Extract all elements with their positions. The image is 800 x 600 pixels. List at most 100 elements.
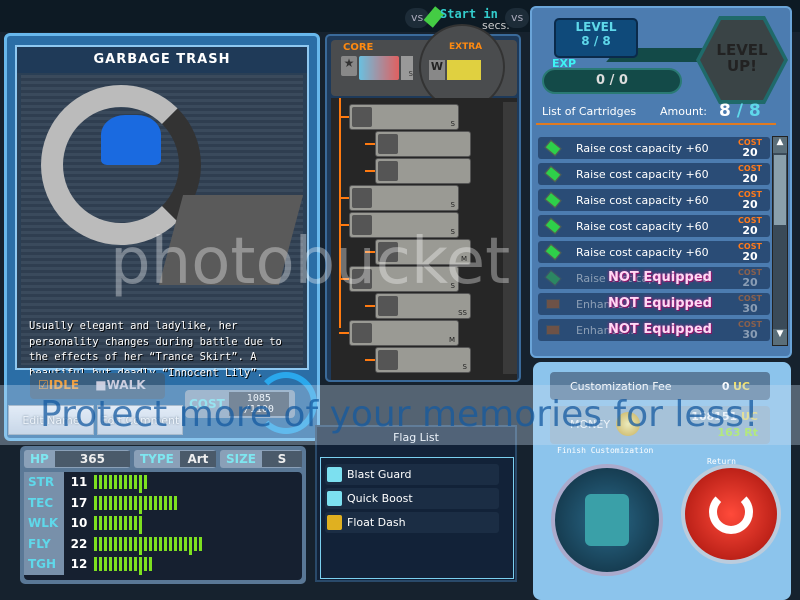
part-slot-icon	[352, 215, 372, 235]
flag-item[interactable]: Blast Guard	[325, 464, 499, 485]
part-size: S	[450, 201, 455, 209]
stat-tick	[139, 536, 142, 555]
cartridge-scrollbar[interactable]: ▲ ▼	[772, 136, 788, 346]
walk-checkbox[interactable]: ■WALK	[95, 378, 145, 392]
return-arrow-icon	[709, 490, 753, 534]
stat-value: 10	[70, 516, 88, 531]
part-node[interactable]: S	[349, 266, 459, 292]
stat-tick	[94, 536, 97, 551]
cartridge-cost: COST 20	[730, 268, 770, 288]
cost-max: /1100	[243, 404, 274, 415]
cost-box: COST 1085/1100	[185, 390, 295, 418]
type-label: TYPE	[140, 452, 174, 466]
stats-panel: HP 365 TYPE Art SIZE S STR 11 TEC 17 WLK 10 FLY 22…	[20, 446, 306, 584]
stat-tick	[99, 557, 102, 572]
cartridge-panel: LEVEL 8 / 8 0 / 0 EXP LEVEL UP! List of …	[530, 6, 792, 358]
animation-toggle: ☑IDLE ■WALK	[30, 373, 165, 399]
flag-list: Blast Guard Quick Boost Float Dash	[320, 457, 514, 579]
cartridge-icon	[544, 217, 562, 235]
flag-icon	[327, 467, 342, 482]
flag-item[interactable]: Float Dash	[325, 512, 499, 533]
part-node[interactable]: M	[375, 239, 471, 265]
extra-part-slot[interactable]	[447, 60, 481, 80]
scroll-down-button[interactable]: ▼	[773, 329, 787, 345]
part-node[interactable]	[375, 131, 471, 157]
stat-tick	[129, 557, 132, 572]
stat-tick	[169, 536, 172, 551]
cartridge-cost: COST 20	[730, 216, 770, 236]
stat-tick	[144, 557, 147, 572]
stat-tick	[114, 475, 117, 490]
stat-tick	[174, 495, 177, 510]
cartridge-cost: COST 30	[730, 294, 770, 314]
cartridge-item[interactable]: Enhance ... COST 30 NOT Equipped	[538, 293, 770, 315]
cost-value: 20	[742, 172, 758, 185]
cartridge-cost: COST 20	[730, 190, 770, 210]
flag-name: Quick Boost	[347, 492, 413, 505]
stat-tick	[199, 536, 202, 551]
parts-tree: S S S M S SS M S	[331, 98, 517, 380]
flag-list-panel: Flag List Blast Guard Quick Boost Float Da…	[315, 425, 517, 582]
cartridge-item[interactable]: Raise cost capacity +60 COST 20	[538, 215, 770, 237]
part-node[interactable]: S	[349, 185, 459, 211]
scroll-thumb[interactable]	[774, 155, 786, 225]
unit-name: GARBAGE TRASH	[17, 47, 307, 73]
cartridges-title: List of Cartridges	[542, 105, 637, 118]
stat-tick	[124, 516, 127, 531]
stat-tick	[149, 495, 152, 510]
stat-bar	[94, 536, 202, 555]
edit-name-button[interactable]: Edit Name	[8, 405, 94, 435]
cartridge-name: Raise cost capacity +60	[576, 219, 709, 233]
cartridge-icon	[544, 165, 562, 183]
cartridge-item[interactable]: Enhance ... COST 30 NOT Equipped	[538, 319, 770, 341]
stat-tick	[189, 536, 192, 555]
cartridge-item[interactable]: Raise cost capacity +60 COST 20	[538, 163, 770, 185]
money-currency: UC	[740, 410, 758, 423]
stat-tick	[114, 495, 117, 510]
tree-connector	[365, 251, 375, 253]
part-node[interactable]: SS	[375, 293, 471, 319]
flag-list-title: Flag List	[393, 431, 439, 444]
money-box: MONEY 168151 UC 163 Rt	[550, 406, 770, 444]
cartridge-item[interactable]: Raise cost capacity +60 COST 20 NOT Equippe…	[538, 267, 770, 289]
scroll-up-button[interactable]: ▲	[773, 137, 787, 153]
unit-model-preview[interactable]: Usually elegant and ladylike, her person…	[21, 75, 304, 379]
coin-icon	[616, 412, 640, 436]
idle-checkbox[interactable]: ☑IDLE	[38, 378, 79, 392]
parts-scrollbar[interactable]	[503, 102, 517, 374]
flag-item[interactable]: Quick Boost	[325, 488, 499, 509]
gun-icon	[546, 299, 560, 309]
unit-description: Usually elegant and ladylike, her person…	[29, 320, 282, 379]
exp-label: EXP	[552, 57, 577, 70]
stat-tick	[99, 475, 102, 490]
money-label: MONEY	[570, 418, 611, 431]
stat-tick	[109, 475, 112, 490]
return-button[interactable]	[681, 464, 781, 564]
stat-tick	[94, 516, 97, 531]
cartridge-item[interactable]: Raise cost capacity +60 COST 20	[538, 137, 770, 159]
rt-unit: Rt	[744, 426, 758, 439]
stat-tick	[109, 516, 112, 531]
part-node[interactable]: S	[349, 104, 459, 130]
part-node[interactable]: S	[375, 347, 471, 373]
not-equipped-label: NOT Equipped	[608, 322, 712, 337]
part-node[interactable]: S	[349, 212, 459, 238]
part-node[interactable]	[375, 158, 471, 184]
divider	[536, 123, 776, 125]
cartridge-item[interactable]: Raise cost capacity +60 COST 20	[538, 241, 770, 263]
cartridge-cost: COST 30	[730, 320, 770, 340]
cartridge-item[interactable]: Raise cost capacity +60 COST 20	[538, 189, 770, 211]
finish-customization-button[interactable]	[551, 464, 663, 576]
cost-value: 20	[742, 224, 758, 237]
stat-tick	[124, 475, 127, 490]
core-part-slot[interactable]	[359, 56, 399, 80]
stat-tick	[104, 516, 107, 531]
stat-tick	[109, 495, 112, 510]
walk-label: WALK	[106, 378, 146, 392]
stat-tick	[129, 475, 132, 490]
edit-comment-button[interactable]: Edit Comment	[97, 405, 183, 435]
part-node[interactable]: M	[349, 320, 459, 346]
level-box: LEVEL 8 / 8	[554, 18, 638, 58]
stat-tick	[134, 495, 137, 510]
unit-viewer: GARBAGE TRASH Usually elegant and ladyli…	[15, 45, 309, 379]
